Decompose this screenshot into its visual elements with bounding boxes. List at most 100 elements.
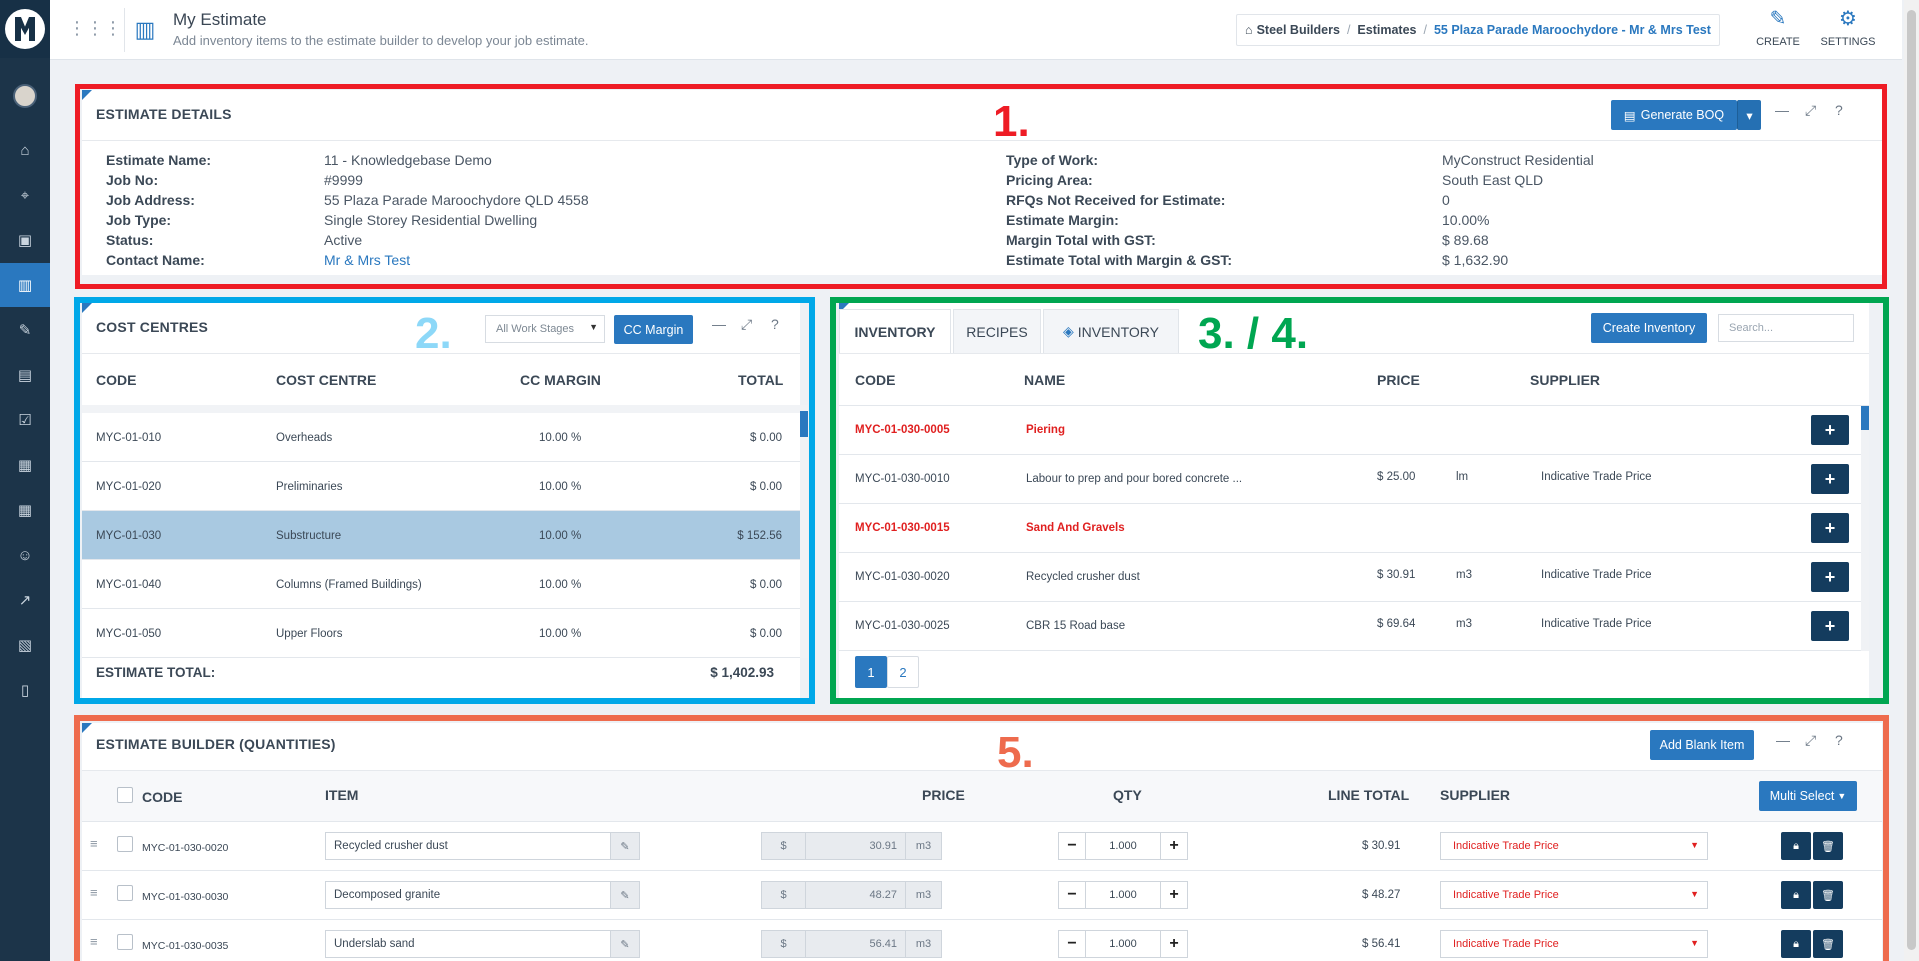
col-qty-header[interactable]: QTY [1113,787,1142,803]
price-field[interactable]: 30.91 [805,832,906,860]
row-checkbox[interactable] [117,836,133,852]
document-icon[interactable]: ▤ [0,353,50,397]
calendar-icon[interactable]: ▦ [0,488,50,532]
table-row[interactable]: MYC-01-040 Columns (Framed Buildings) 10… [82,560,800,609]
col-supplier-header[interactable]: SUPPLIER [1530,372,1600,388]
multi-select-button[interactable]: Multi Select ▼ [1759,781,1857,811]
generate-boq-dropdown[interactable]: ▾ [1737,100,1761,130]
page-1-button[interactable]: 1 [855,656,887,688]
col-code-header[interactable]: CODE [855,372,895,388]
col-name-header[interactable]: NAME [1024,372,1065,388]
expand-icon[interactable]: ⤢ [741,316,752,333]
home-icon[interactable]: ⌂ [0,128,50,172]
edit-item-button[interactable]: ✎ [610,881,640,909]
breadcrumb-item-estimates[interactable]: Estimates [1357,23,1416,37]
cc-margin-button[interactable]: CC Margin [614,315,693,344]
bookmark-icon[interactable]: ▯ [0,668,50,712]
briefcase-icon[interactable]: ▣ [0,218,50,262]
col-price-header[interactable]: PRICE [922,787,965,803]
crosshair-icon[interactable]: ⌖ [0,173,50,217]
chart-icon[interactable]: ↗ [0,578,50,622]
app-logo[interactable] [0,0,50,58]
col-cost-centre-header[interactable]: COST CENTRE [276,372,376,388]
expand-icon[interactable]: ⤢ [1805,102,1816,119]
qty-decrement-button[interactable]: − [1058,930,1086,958]
price-field[interactable]: 48.27 [805,881,906,909]
builder-row[interactable]: ≡ MYC-01-030-0020 Recycled crusher dust … [82,822,1882,871]
minimize-icon[interactable]: — [712,316,726,332]
qty-increment-button[interactable]: + [1160,881,1188,909]
drag-handle-icon[interactable]: ≡ [90,886,104,899]
help-icon[interactable]: ? [771,316,779,332]
add-to-estimate-button[interactable]: + [1811,513,1849,543]
col-code-header[interactable]: CODE [96,372,136,388]
qty-field[interactable]: 1.000 [1086,832,1160,860]
price-field[interactable]: 56.41 [805,930,906,958]
lock-button[interactable]: 🔒︎ [1781,930,1811,958]
minimize-icon[interactable]: — [1776,732,1790,748]
estimate-icon[interactable]: ▥ [0,263,50,307]
col-price-header[interactable]: PRICE [1377,372,1420,388]
checklist-icon[interactable]: ☑ [0,398,50,442]
apps-grid-icon[interactable]: ⋮⋮⋮ [68,18,122,38]
help-icon[interactable]: ? [1835,732,1843,748]
supplier-select[interactable]: Indicative Trade Price ▼ [1440,930,1708,958]
col-supplier-header[interactable]: SUPPLIER [1440,787,1510,803]
user-icon[interactable]: ☺ [0,533,50,577]
delete-button[interactable]: 🗑︎ [1813,881,1843,909]
list-item[interactable]: MYC-01-030-0025 CBR 15 Road base $ 69.64… [839,602,1861,651]
work-stage-select[interactable]: All Work Stages ▼ [485,315,605,343]
edit-item-button[interactable]: ✎ [610,832,640,860]
generate-boq-button[interactable]: ▤ Generate BOQ [1611,100,1737,130]
col-code-header[interactable]: CODE [142,789,182,805]
delete-button[interactable]: 🗑︎ [1813,930,1843,958]
create-action[interactable]: ✎ CREATE [1748,6,1808,48]
col-line-total-header[interactable]: LINE TOTAL [1328,787,1409,803]
lock-button[interactable]: 🔒︎ [1781,881,1811,909]
edit-icon[interactable]: ✎ [0,308,50,352]
breadcrumb-item-company[interactable]: Steel Builders [1257,23,1340,37]
table-row[interactable]: MYC-01-050 Upper Floors 10.00 % $ 0.00 [82,609,800,658]
add-to-estimate-button[interactable]: + [1811,562,1849,592]
expand-icon[interactable]: ⤢ [1805,732,1816,749]
add-to-estimate-button[interactable]: + [1811,611,1849,641]
page-2-button[interactable]: 2 [887,656,919,688]
qty-field[interactable]: 1.000 [1086,930,1160,958]
qty-decrement-button[interactable]: − [1058,832,1086,860]
inventory-scrollbar[interactable] [1861,406,1869,651]
breadcrumb-item-current[interactable]: 55 Plaza Parade Maroochydore - Mr & Mrs … [1434,23,1711,37]
row-checkbox[interactable] [117,934,133,950]
create-inventory-button[interactable]: Create Inventory [1591,313,1707,343]
builder-row[interactable]: ≡ MYC-01-030-0030 Decomposed granite ✎ $… [82,871,1882,920]
col-item-header[interactable]: ITEM [325,787,358,803]
tab-global-inventory[interactable]: ◈ INVENTORY [1043,309,1179,353]
help-icon[interactable]: ? [1835,102,1843,118]
invoice-icon[interactable]: ▦ [0,443,50,487]
row-checkbox[interactable] [117,885,133,901]
list-item[interactable]: MYC-01-030-0010 Labour to prep and pour … [839,455,1861,504]
item-name-field[interactable]: Decomposed granite [325,881,611,909]
lock-button[interactable]: 🔒︎ [1781,832,1811,860]
edit-item-button[interactable]: ✎ [610,930,640,958]
tab-inventory[interactable]: INVENTORY [839,309,951,353]
avatar[interactable] [13,84,37,108]
table-row-selected[interactable]: MYC-01-030 Substructure 10.00 % $ 152.56 [82,511,800,560]
inventory-scrollbar-thumb[interactable] [1861,406,1869,430]
table-row[interactable]: MYC-01-010 Overheads 10.00 % $ 0.00 [82,413,800,462]
add-blank-item-button[interactable]: Add Blank Item [1650,730,1754,760]
settings-action[interactable]: ⚙ SETTINGS [1818,6,1878,48]
list-item-heading[interactable]: MYC-01-030-0015 Sand And Gravels + [839,504,1861,553]
cost-centres-scrollbar[interactable] [800,405,808,658]
cost-centres-scrollbar-thumb[interactable] [800,411,808,437]
list-item-heading[interactable]: MYC-01-030-0005 Piering + [839,406,1861,455]
supplier-select[interactable]: Indicative Trade Price ▼ [1440,881,1708,909]
inventory-search-input[interactable]: Search... [1718,314,1854,342]
item-name-field[interactable]: Underslab sand [325,930,611,958]
drag-handle-icon[interactable]: ≡ [90,837,104,850]
builder-row[interactable]: ≡ MYC-01-030-0035 Underslab sand ✎ $ 56.… [82,920,1882,961]
table-row[interactable]: MYC-01-020 Preliminaries 10.00 % $ 0.00 [82,462,800,511]
tab-recipes[interactable]: RECIPES [953,309,1041,353]
col-total-header[interactable]: TOTAL [738,372,783,388]
minimize-icon[interactable]: — [1775,102,1789,118]
qty-increment-button[interactable]: + [1160,832,1188,860]
